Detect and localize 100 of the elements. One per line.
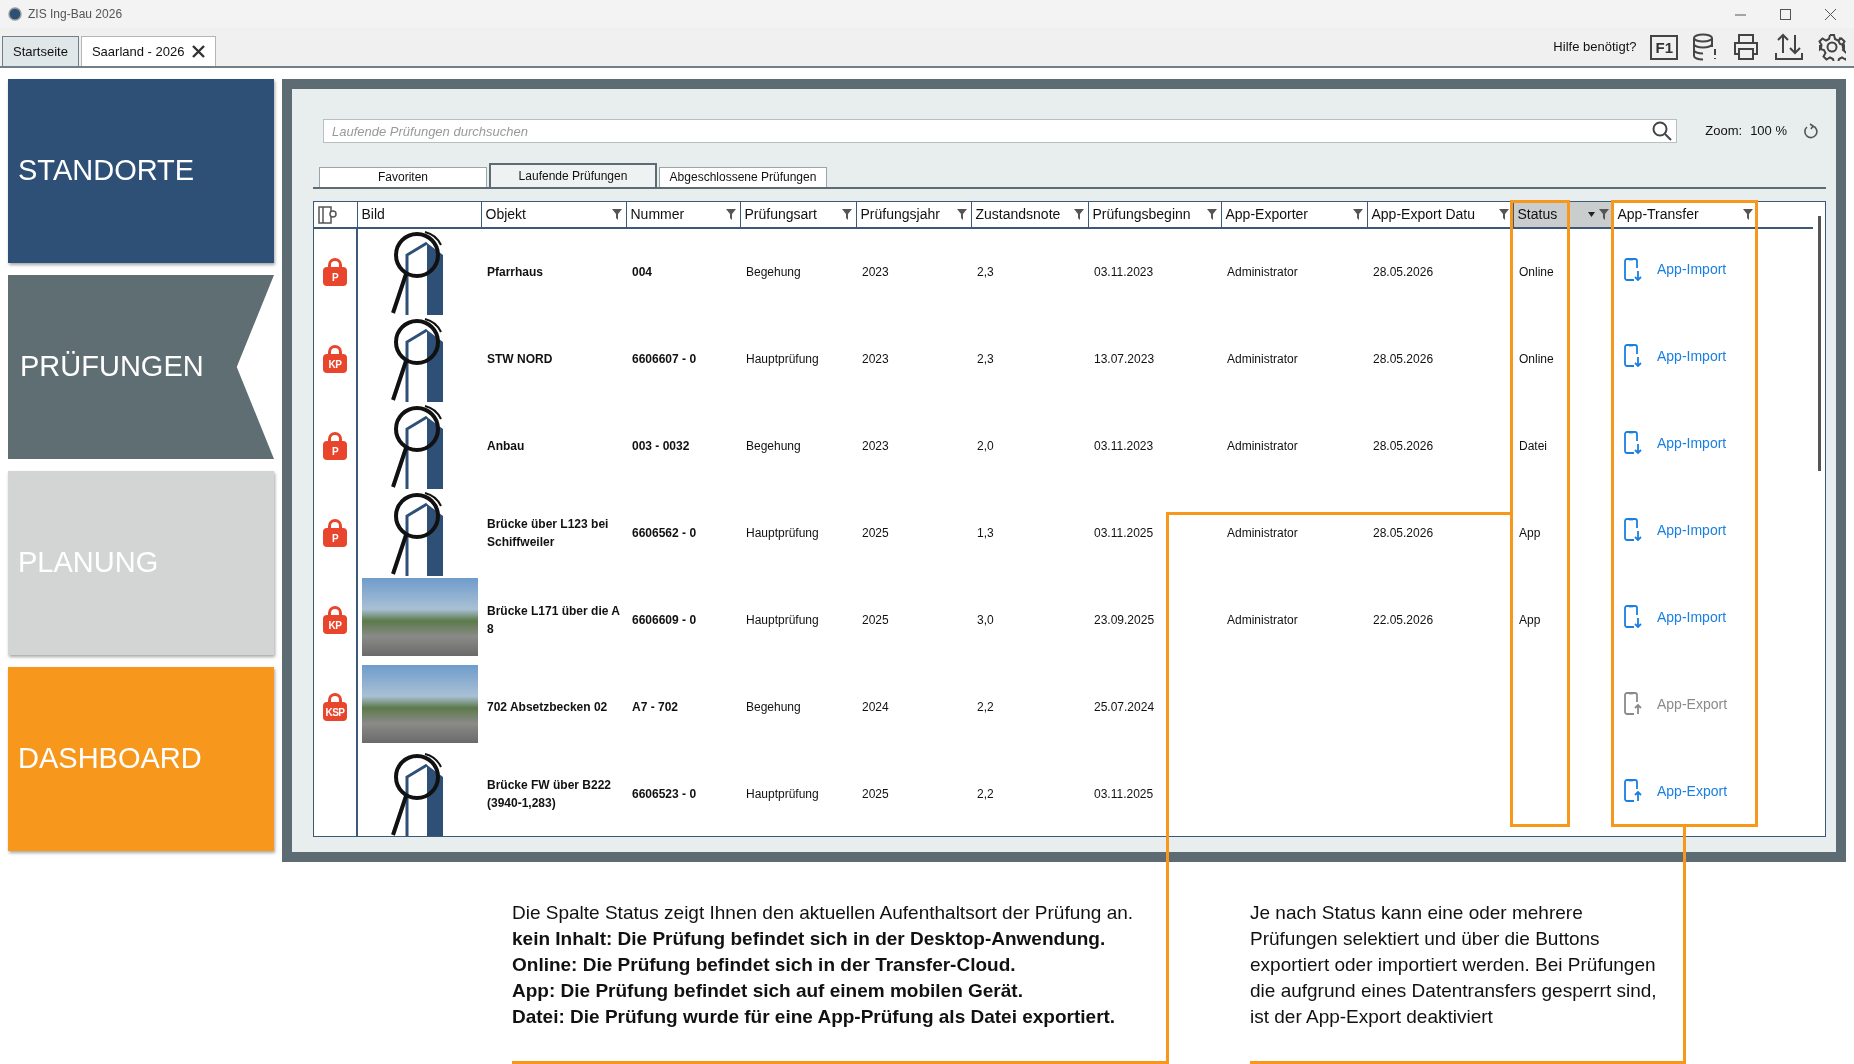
- table-cell: Anbau: [487, 438, 525, 453]
- table-cell: Begehung: [746, 699, 801, 714]
- transfer-link[interactable]: App-Import: [1619, 518, 1727, 542]
- table-cell: 1,3: [977, 525, 994, 540]
- table-cell: 003 - 0032: [632, 438, 690, 453]
- table-cell: A7 - 702: [632, 699, 679, 714]
- document-tab[interactable]: Saarland - 2026: [80, 36, 217, 66]
- table-cell: Administrator: [1227, 351, 1298, 366]
- table-cell: Administrator: [1227, 612, 1298, 627]
- table-cell: Hauptprüfung: [746, 612, 819, 627]
- column-header[interactable]: Zustandsnote: [975, 204, 1061, 225]
- filter-icon[interactable]: [1073, 209, 1084, 220]
- phone-download-icon: [1623, 257, 1643, 282]
- table-cell: 2,2: [977, 786, 994, 801]
- reset-icon[interactable]: [1803, 123, 1818, 139]
- settings-icon[interactable]: [1818, 33, 1846, 61]
- printer-icon[interactable]: [1732, 33, 1760, 61]
- table-cell: Online: [1519, 265, 1554, 279]
- annotation-text: Online: Die Prüfung befindet sich in der Transfer-Cloud.: [512, 953, 1017, 977]
- transfer-link[interactable]: App-Import: [1619, 605, 1727, 629]
- table-cell: 2024: [862, 699, 889, 714]
- phone-download-icon: [1623, 605, 1643, 629]
- help-key-button[interactable]: F1: [1650, 34, 1678, 60]
- table-cell: 2,3: [977, 351, 994, 366]
- filter-icon[interactable]: [956, 209, 967, 220]
- sort-icon[interactable]: [1587, 212, 1595, 217]
- table-cell: 25.07.2024: [1094, 699, 1155, 714]
- table-cell: Hauptprüfung: [746, 786, 819, 801]
- table-cell: Administrator: [1227, 265, 1298, 279]
- transfer-link[interactable]: App-Import: [1619, 344, 1727, 368]
- filter-icon[interactable]: [1498, 209, 1509, 220]
- table-cell: 702 Absetzbecken 02: [487, 699, 608, 714]
- filter-icon[interactable]: [611, 209, 622, 220]
- transfer-arrows-icon[interactable]: [1774, 33, 1804, 61]
- table-cell: 28.05.2026: [1373, 351, 1434, 366]
- column-header[interactable]: App-Transfer: [1617, 204, 1699, 225]
- annotation-text: App: Die Prüfung befindet sich auf einem mobilen Gerät.: [512, 979, 1024, 1003]
- table-cell: 2023: [862, 438, 889, 453]
- column-header[interactable]: Nummer: [630, 204, 685, 225]
- phone-upload-icon: [1623, 692, 1643, 716]
- table-cell: App: [1519, 525, 1541, 540]
- close-icon[interactable]: [1825, 8, 1836, 20]
- table-cell: Administrator: [1227, 525, 1298, 540]
- filter-icon[interactable]: [725, 209, 736, 220]
- transfer-link[interactable]: App-Import: [1619, 431, 1727, 455]
- table-cell: 03.11.2023: [1094, 265, 1154, 279]
- table-cell: Administrator: [1227, 438, 1298, 453]
- filter-icon[interactable]: [1743, 209, 1753, 220]
- filter-icon[interactable]: [1206, 209, 1217, 220]
- table-cell: Brücke L171 über die A 8: [487, 603, 620, 636]
- table-cell: 2023: [862, 265, 889, 279]
- column-header[interactable]: App-Export Datu: [1371, 204, 1475, 225]
- column-header[interactable]: Prüfungsart: [744, 204, 817, 225]
- table-cell: 03.11.2025: [1094, 786, 1154, 801]
- table-cell: Online: [1519, 351, 1554, 366]
- filter-icon[interactable]: [1598, 209, 1609, 220]
- table-cell: 28.05.2026: [1373, 438, 1434, 453]
- help-label: Hilfe benötigt?: [1553, 38, 1637, 57]
- database-icon[interactable]: [1692, 33, 1718, 61]
- transfer-link[interactable]: App-Export: [1619, 779, 1728, 803]
- table-cell: Hauptprüfung: [746, 525, 819, 540]
- sidebar-tile[interactable]: STANDORTE: [8, 79, 274, 263]
- maximize-icon[interactable]: [1780, 8, 1791, 20]
- app-logo-icon: [8, 7, 22, 21]
- column-header[interactable]: Objekt: [485, 204, 526, 225]
- table-cell: 13.07.2023: [1094, 351, 1155, 366]
- table-cell: 004: [632, 265, 653, 279]
- phone-download-icon: [1623, 344, 1643, 368]
- window-title: ZIS Ing-Bau 2026: [28, 6, 123, 23]
- annotation-text: Je nach Status kann eine oder mehrere Prüfungen selektiert und über die Buttons exportiert oder importiert werden. Bei Prüfungen die aufgrund eines Datentransfers gesperrt sind, ist der App-Export deaktiviert: [1250, 901, 1658, 1029]
- zoom-label: Zoom:: [1705, 122, 1743, 141]
- column-header[interactable]: Bild: [361, 204, 385, 225]
- filter-icon[interactable]: [841, 209, 852, 220]
- table-cell: 6606609 - 0: [632, 612, 697, 627]
- close-icon[interactable]: [192, 45, 206, 58]
- scrollbar-thumb[interactable]: [1818, 216, 1821, 471]
- search-icon[interactable]: [1652, 121, 1673, 141]
- filter-icon[interactable]: [1352, 209, 1363, 220]
- column-settings-icon[interactable]: [318, 206, 338, 225]
- search-field[interactable]: Laufende Prüfungen durchsuchen: [323, 119, 1678, 143]
- column-header[interactable]: Prüfungsjahr: [860, 204, 940, 225]
- column-header[interactable]: App-Exporter: [1225, 204, 1308, 225]
- view-tab[interactable]: Laufende Prüfungen: [489, 163, 657, 187]
- table-cell: 03.11.2025: [1094, 525, 1154, 540]
- table-cell: 3,0: [977, 612, 994, 627]
- table-cell: Datei: [1519, 438, 1547, 453]
- view-tab[interactable]: Abgeschlossene Prüfungen: [659, 167, 827, 187]
- phone-upload-icon: [1623, 779, 1643, 803]
- annotation-text: kein Inhalt: Die Prüfung befindet sich in der Desktop-Anwendung.: [512, 927, 1107, 951]
- annotation-text: Die Spalte Status zeigt Ihnen den aktuellen Aufenthaltsort der Prüfung an.: [512, 901, 1135, 925]
- table-cell: 2,2: [977, 699, 994, 714]
- column-header[interactable]: Prüfungsbeginn: [1092, 204, 1191, 225]
- sidebar-tile[interactable]: PRÜFUNGEN: [8, 275, 274, 459]
- view-tab[interactable]: Favoriten: [319, 167, 487, 187]
- table-cell: 6606523 - 0: [632, 786, 697, 801]
- transfer-link[interactable]: App-Import: [1619, 257, 1727, 282]
- document-tab[interactable]: Startseite: [2, 36, 79, 66]
- table-cell: 28.05.2026: [1373, 265, 1434, 279]
- table-cell: 6606562 - 0: [632, 525, 697, 540]
- table-cell: Brücke über L123 bei Schiffweiler: [487, 516, 609, 549]
